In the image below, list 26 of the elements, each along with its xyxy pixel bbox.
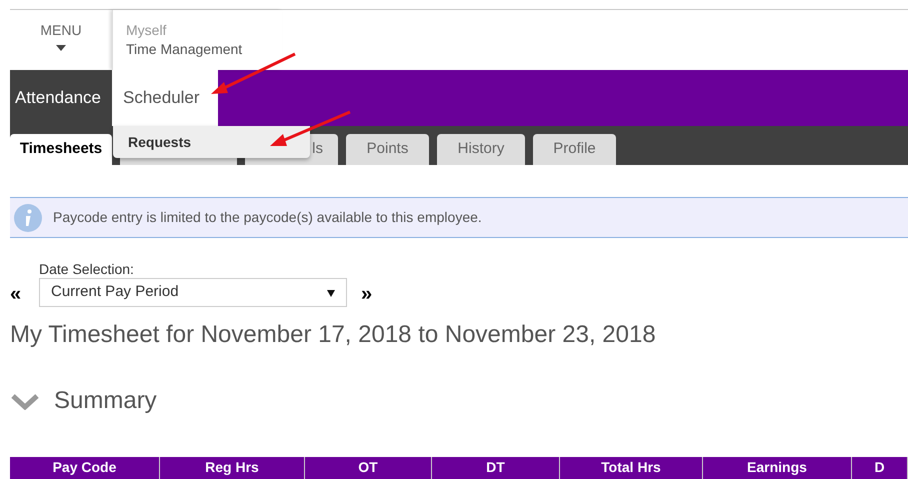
column-header: OT (305, 457, 432, 479)
tab[interactable]: Points (346, 134, 429, 165)
caret-icon (327, 288, 335, 296)
tab[interactable]: Profile (533, 134, 616, 165)
field-label: Date Selection: (39, 260, 135, 278)
previous-button[interactable]: « (10, 280, 39, 307)
info-icon (14, 204, 42, 232)
tab[interactable]: Timesheets (10, 134, 112, 165)
tab[interactable]: History (437, 134, 525, 165)
column-header: D (852, 457, 908, 479)
date-select[interactable]: Current Pay Period (39, 278, 347, 307)
menu-button[interactable]: MENU (10, 10, 112, 70)
info-message: Paycode entry is limited to the paycode(s) available to this employee. (53, 208, 482, 227)
column-header: Reg Hrs (160, 457, 305, 479)
next-button[interactable]: » (361, 280, 372, 307)
nav-item[interactable]: Scheduler (112, 70, 218, 126)
column-header: Pay Code (10, 457, 160, 479)
summary-toggle[interactable]: Summary (10, 383, 157, 419)
column-header: Total Hrs (560, 457, 703, 479)
breadcrumb-item[interactable]: Time Management (126, 40, 282, 59)
menu-item[interactable]: Requests (113, 126, 310, 158)
column-header: DT (432, 457, 560, 479)
page-heading: My Timesheet for November 17, 2018 to November 23, 2018 (10, 320, 657, 350)
nav-item[interactable]: Attendance (10, 70, 112, 126)
caret-icon (56, 45, 66, 51)
column-header: Earnings (703, 457, 852, 479)
